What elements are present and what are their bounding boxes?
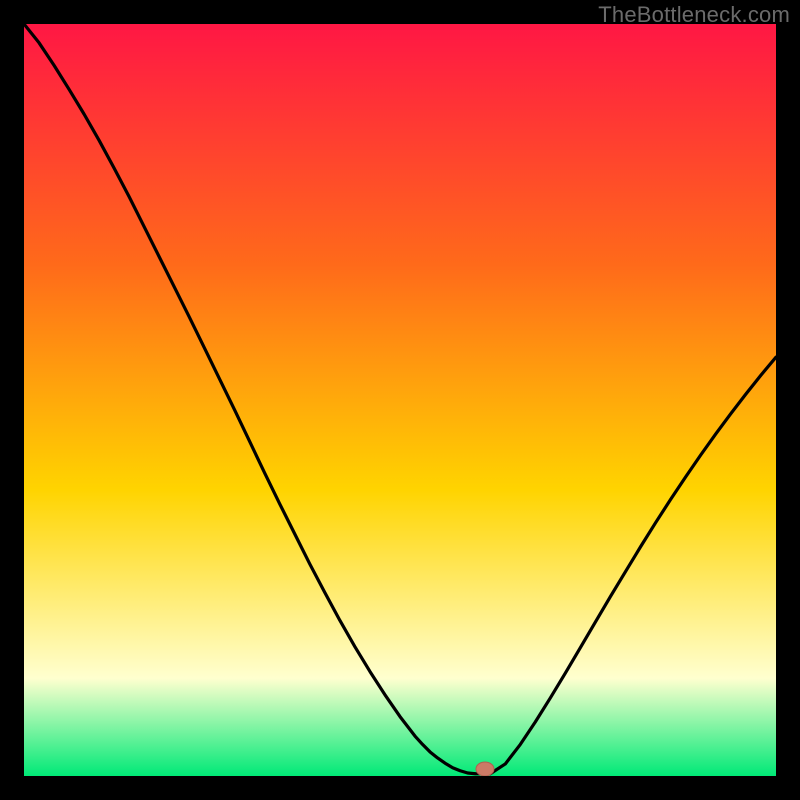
attribution-text: TheBottleneck.com xyxy=(598,2,790,28)
plot-area xyxy=(24,24,776,776)
gradient-fill xyxy=(24,24,776,776)
plot-svg xyxy=(24,24,776,776)
chart-frame: TheBottleneck.com xyxy=(0,0,800,800)
minimum-marker xyxy=(476,762,494,776)
